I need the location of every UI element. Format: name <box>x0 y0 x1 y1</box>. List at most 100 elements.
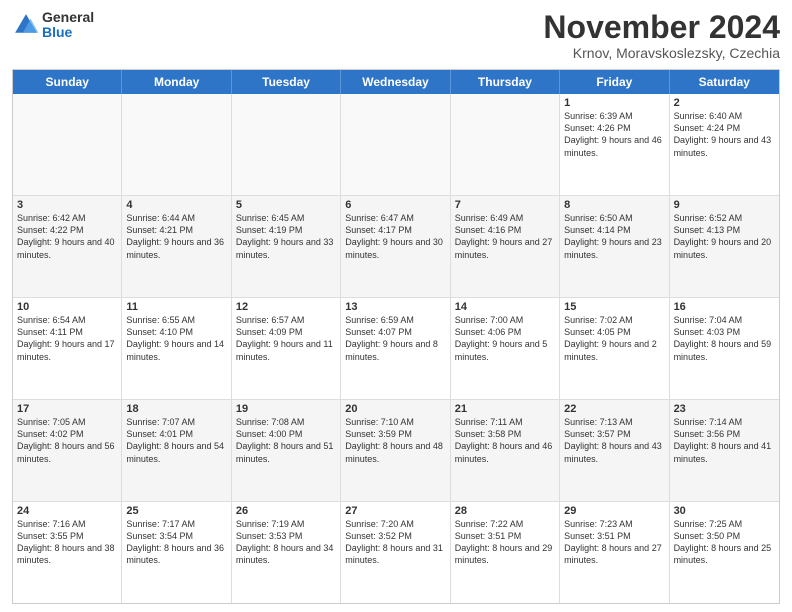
day-cell-22: 22Sunrise: 7:13 AM Sunset: 3:57 PM Dayli… <box>560 400 669 501</box>
calendar-row-1: 3Sunrise: 6:42 AM Sunset: 4:22 PM Daylig… <box>13 196 779 298</box>
day-info: Sunrise: 7:00 AM Sunset: 4:06 PM Dayligh… <box>455 314 555 363</box>
calendar-header: SundayMondayTuesdayWednesdayThursdayFrid… <box>13 70 779 94</box>
day-cell-3: 3Sunrise: 6:42 AM Sunset: 4:22 PM Daylig… <box>13 196 122 297</box>
day-info: Sunrise: 6:57 AM Sunset: 4:09 PM Dayligh… <box>236 314 336 363</box>
day-number: 16 <box>674 301 775 313</box>
day-number: 17 <box>17 403 117 415</box>
day-cell-14: 14Sunrise: 7:00 AM Sunset: 4:06 PM Dayli… <box>451 298 560 399</box>
day-cell-21: 21Sunrise: 7:11 AM Sunset: 3:58 PM Dayli… <box>451 400 560 501</box>
day-cell-15: 15Sunrise: 7:02 AM Sunset: 4:05 PM Dayli… <box>560 298 669 399</box>
day-number: 12 <box>236 301 336 313</box>
day-number: 8 <box>564 199 664 211</box>
day-info: Sunrise: 7:07 AM Sunset: 4:01 PM Dayligh… <box>126 416 226 465</box>
calendar-row-0: 1Sunrise: 6:39 AM Sunset: 4:26 PM Daylig… <box>13 94 779 196</box>
day-info: Sunrise: 7:04 AM Sunset: 4:03 PM Dayligh… <box>674 314 775 363</box>
calendar-row-3: 17Sunrise: 7:05 AM Sunset: 4:02 PM Dayli… <box>13 400 779 502</box>
day-cell-6: 6Sunrise: 6:47 AM Sunset: 4:17 PM Daylig… <box>341 196 450 297</box>
calendar: SundayMondayTuesdayWednesdayThursdayFrid… <box>12 69 780 604</box>
month-title: November 2024 <box>543 10 780 45</box>
day-info: Sunrise: 7:22 AM Sunset: 3:51 PM Dayligh… <box>455 518 555 567</box>
location: Krnov, Moravskoslezsky, Czechia <box>543 45 780 61</box>
day-number: 1 <box>564 97 664 109</box>
day-cell-1: 1Sunrise: 6:39 AM Sunset: 4:26 PM Daylig… <box>560 94 669 195</box>
day-number: 2 <box>674 97 775 109</box>
calendar-row-2: 10Sunrise: 6:54 AM Sunset: 4:11 PM Dayli… <box>13 298 779 400</box>
day-info: Sunrise: 6:47 AM Sunset: 4:17 PM Dayligh… <box>345 212 445 261</box>
day-number: 24 <box>17 505 117 517</box>
day-info: Sunrise: 7:11 AM Sunset: 3:58 PM Dayligh… <box>455 416 555 465</box>
day-info: Sunrise: 7:05 AM Sunset: 4:02 PM Dayligh… <box>17 416 117 465</box>
header-day-wednesday: Wednesday <box>341 70 450 94</box>
day-cell-17: 17Sunrise: 7:05 AM Sunset: 4:02 PM Dayli… <box>13 400 122 501</box>
day-number: 21 <box>455 403 555 415</box>
page: General Blue November 2024 Krnov, Moravs… <box>0 0 792 612</box>
header-day-tuesday: Tuesday <box>232 70 341 94</box>
logo-general: General <box>42 10 94 25</box>
day-cell-24: 24Sunrise: 7:16 AM Sunset: 3:55 PM Dayli… <box>13 502 122 603</box>
day-cell-9: 9Sunrise: 6:52 AM Sunset: 4:13 PM Daylig… <box>670 196 779 297</box>
day-info: Sunrise: 6:42 AM Sunset: 4:22 PM Dayligh… <box>17 212 117 261</box>
day-cell-26: 26Sunrise: 7:19 AM Sunset: 3:53 PM Dayli… <box>232 502 341 603</box>
day-info: Sunrise: 6:54 AM Sunset: 4:11 PM Dayligh… <box>17 314 117 363</box>
day-number: 5 <box>236 199 336 211</box>
day-cell-28: 28Sunrise: 7:22 AM Sunset: 3:51 PM Dayli… <box>451 502 560 603</box>
day-info: Sunrise: 7:14 AM Sunset: 3:56 PM Dayligh… <box>674 416 775 465</box>
day-info: Sunrise: 6:59 AM Sunset: 4:07 PM Dayligh… <box>345 314 445 363</box>
day-cell-7: 7Sunrise: 6:49 AM Sunset: 4:16 PM Daylig… <box>451 196 560 297</box>
day-cell-2: 2Sunrise: 6:40 AM Sunset: 4:24 PM Daylig… <box>670 94 779 195</box>
day-info: Sunrise: 7:08 AM Sunset: 4:00 PM Dayligh… <box>236 416 336 465</box>
empty-cell <box>122 94 231 195</box>
day-info: Sunrise: 6:55 AM Sunset: 4:10 PM Dayligh… <box>126 314 226 363</box>
header-day-monday: Monday <box>122 70 231 94</box>
empty-cell <box>451 94 560 195</box>
day-cell-23: 23Sunrise: 7:14 AM Sunset: 3:56 PM Dayli… <box>670 400 779 501</box>
day-number: 22 <box>564 403 664 415</box>
day-info: Sunrise: 6:49 AM Sunset: 4:16 PM Dayligh… <box>455 212 555 261</box>
empty-cell <box>341 94 450 195</box>
day-info: Sunrise: 6:39 AM Sunset: 4:26 PM Dayligh… <box>564 110 664 159</box>
day-info: Sunrise: 7:23 AM Sunset: 3:51 PM Dayligh… <box>564 518 664 567</box>
day-number: 11 <box>126 301 226 313</box>
day-info: Sunrise: 6:40 AM Sunset: 4:24 PM Dayligh… <box>674 110 775 159</box>
day-cell-16: 16Sunrise: 7:04 AM Sunset: 4:03 PM Dayli… <box>670 298 779 399</box>
day-number: 7 <box>455 199 555 211</box>
day-cell-8: 8Sunrise: 6:50 AM Sunset: 4:14 PM Daylig… <box>560 196 669 297</box>
day-number: 25 <box>126 505 226 517</box>
day-number: 3 <box>17 199 117 211</box>
day-cell-4: 4Sunrise: 6:44 AM Sunset: 4:21 PM Daylig… <box>122 196 231 297</box>
header-day-saturday: Saturday <box>670 70 779 94</box>
day-info: Sunrise: 7:17 AM Sunset: 3:54 PM Dayligh… <box>126 518 226 567</box>
day-number: 6 <box>345 199 445 211</box>
empty-cell <box>232 94 341 195</box>
day-number: 4 <box>126 199 226 211</box>
day-number: 14 <box>455 301 555 313</box>
day-number: 23 <box>674 403 775 415</box>
logo-text: General Blue <box>42 10 94 41</box>
day-number: 13 <box>345 301 445 313</box>
title-block: November 2024 Krnov, Moravskoslezsky, Cz… <box>543 10 780 61</box>
day-info: Sunrise: 7:13 AM Sunset: 3:57 PM Dayligh… <box>564 416 664 465</box>
header-day-thursday: Thursday <box>451 70 560 94</box>
logo-icon <box>12 11 40 39</box>
day-cell-11: 11Sunrise: 6:55 AM Sunset: 4:10 PM Dayli… <box>122 298 231 399</box>
day-number: 9 <box>674 199 775 211</box>
day-cell-5: 5Sunrise: 6:45 AM Sunset: 4:19 PM Daylig… <box>232 196 341 297</box>
day-info: Sunrise: 6:50 AM Sunset: 4:14 PM Dayligh… <box>564 212 664 261</box>
header-day-friday: Friday <box>560 70 669 94</box>
day-number: 15 <box>564 301 664 313</box>
day-number: 27 <box>345 505 445 517</box>
day-number: 18 <box>126 403 226 415</box>
day-number: 20 <box>345 403 445 415</box>
day-number: 28 <box>455 505 555 517</box>
day-info: Sunrise: 7:20 AM Sunset: 3:52 PM Dayligh… <box>345 518 445 567</box>
day-cell-19: 19Sunrise: 7:08 AM Sunset: 4:00 PM Dayli… <box>232 400 341 501</box>
calendar-row-4: 24Sunrise: 7:16 AM Sunset: 3:55 PM Dayli… <box>13 502 779 603</box>
day-number: 19 <box>236 403 336 415</box>
day-info: Sunrise: 7:19 AM Sunset: 3:53 PM Dayligh… <box>236 518 336 567</box>
day-number: 26 <box>236 505 336 517</box>
day-info: Sunrise: 7:10 AM Sunset: 3:59 PM Dayligh… <box>345 416 445 465</box>
header-day-sunday: Sunday <box>13 70 122 94</box>
day-info: Sunrise: 7:02 AM Sunset: 4:05 PM Dayligh… <box>564 314 664 363</box>
day-number: 29 <box>564 505 664 517</box>
logo: General Blue <box>12 10 94 41</box>
